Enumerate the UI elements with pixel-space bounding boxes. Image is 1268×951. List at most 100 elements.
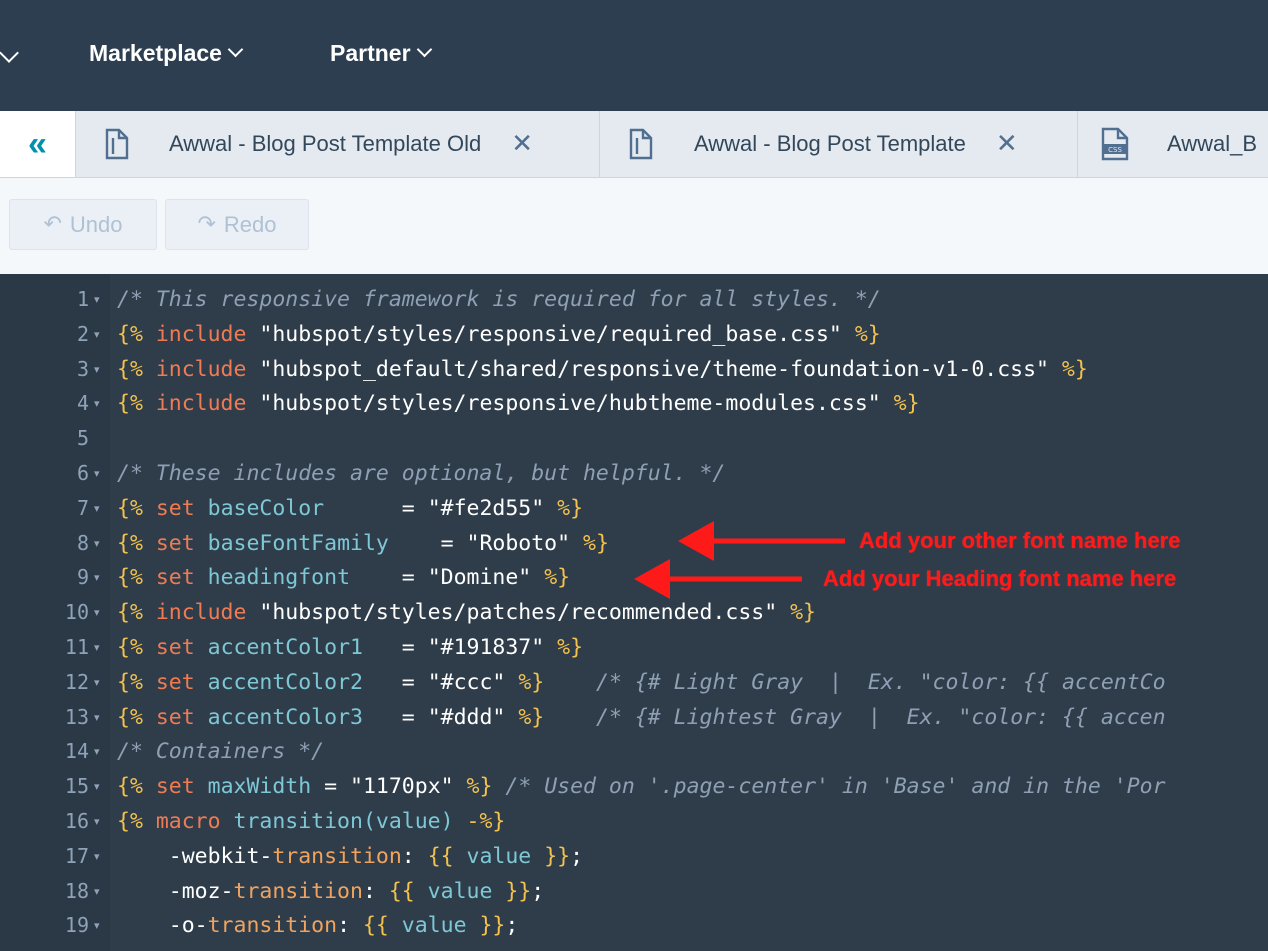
editor-tab-bar: « Awwal - Blog Post Template Old ✕ Awwal… [0,111,1268,178]
code-token: {% [117,600,143,626]
code-text: {% macro transition(value) -%} [117,804,505,839]
code-token: %} [570,530,609,556]
line-number: 11 [64,635,89,659]
fold-arrow-icon[interactable]: ▾ [94,456,100,491]
code-line[interactable]: 7 ▾ {% set baseColor = "#fe2d55" %} [0,491,1268,526]
fold-arrow-icon[interactable]: ▾ [94,839,100,874]
code-line[interactable]: 1 ▾ /* This responsive framework is requir… [0,282,1268,317]
redo-button[interactable]: ↷ Redo [165,199,309,250]
code-token: %} [777,600,816,626]
code-line[interactable]: 4 ▾ {% include "hubspot/styles/responsive/… [0,386,1268,421]
code-token: %} [505,669,545,695]
close-icon[interactable]: ✕ [996,129,1018,159]
code-token: "hubspot_default/shared/responsive/theme… [259,356,1049,382]
code-token: {% [117,704,143,730]
fold-arrow-icon[interactable]: ▾ [94,665,100,700]
code-token: "#191837" [427,635,545,660]
code-token: /* {# Light Gray | Ex. "color: {{ accent… [544,669,1166,695]
fold-arrow-icon[interactable]: ▾ [94,630,100,665]
fold-arrow-icon[interactable]: ▾ [94,317,100,352]
code-token: include [142,321,260,347]
code-token: set [142,774,208,800]
fold-arrow-icon[interactable]: ▾ [94,769,100,804]
code-token: transition(value) [233,809,454,834]
code-line[interactable]: 2 ▾ {% include "hubspot/styles/responsive/… [0,317,1268,352]
code-text: /* Containers */ [117,734,324,769]
code-line[interactable]: 19 ▾ -o-transition: {{ value }}; [0,908,1268,943]
code-token: = [311,774,351,800]
fold-arrow-icon[interactable]: ▾ [94,526,100,561]
code-line[interactable]: 18 ▾ -moz-transition: {{ value }}; [0,874,1268,909]
nav-item-partner[interactable]: Partner [330,40,432,67]
fold-arrow-icon[interactable]: ▾ [94,386,100,421]
code-token: set [142,565,208,591]
code-text: {% include "hubspot_default/shared/respo… [117,352,1088,387]
code-token: : [362,878,389,904]
tab-blog-post-template[interactable]: Awwal - Blog Post Template ✕ [600,111,1078,177]
code-line[interactable]: 11 ▾ {% set accentColor1 = "#191837" %} [0,630,1268,665]
fold-arrow-icon[interactable]: ▾ [94,491,100,526]
code-line[interactable]: 17 ▾ -webkit-transition: {{ value }}; [0,839,1268,874]
close-icon[interactable]: ✕ [511,129,533,159]
redo-label: Redo [223,211,277,237]
fold-arrow-icon[interactable]: ▾ [94,908,100,943]
code-token: include [142,391,260,417]
code-token: = [388,530,467,556]
line-number: 16 [64,809,89,833]
code-editor[interactable]: 1 ▾/* This responsive framework is requir… [0,274,1268,951]
collapse-sidebar-button[interactable]: « [0,111,76,177]
code-text: {% set baseFontFamily = "Roboto" %} [117,526,609,561]
code-token: {% [117,635,143,660]
code-token: /* These includes are optional, but help… [117,461,726,486]
file-icon [102,127,132,161]
code-token: : [401,843,428,869]
code-token: : [337,913,363,939]
code-token: %} [505,704,545,730]
code-line[interactable]: 5 [0,421,1268,456]
nav-item-marketplace[interactable]: Marketplace [89,40,244,67]
code-line[interactable]: 12 ▾ {% set accentColor2 = "#ccc" %} /* {#… [0,665,1268,700]
code-token: "#fe2d55" [427,495,545,521]
code-line[interactable]: 3 ▾ {% include "hubspot_default/shared/res… [0,352,1268,387]
tab-awwal-b-css[interactable]: CSS Awwal_B [1078,111,1268,177]
line-number: 15 [64,774,89,799]
code-token: "hubspot/styles/patches/recommended.css" [259,600,778,626]
fold-arrow-icon[interactable]: ▾ [94,734,100,769]
double-chevron-left-icon: « [28,124,47,163]
code-token: {% [117,356,143,382]
fold-arrow-icon[interactable]: ▾ [94,700,100,735]
code-token: value [453,843,545,869]
file-icon [626,127,656,161]
fold-arrow-icon[interactable]: ▾ [94,804,100,839]
code-line[interactable]: 10 ▾ {% include "hubspot/styles/patches/re… [0,595,1268,630]
code-token: macro [142,809,234,834]
fold-arrow-icon[interactable]: ▾ [94,282,100,317]
fold-arrow-icon[interactable]: ▾ [94,560,100,595]
fold-arrow-icon[interactable]: ▾ [94,874,100,909]
code-line[interactable]: 14 ▾ /* Containers */ [0,734,1268,769]
code-line[interactable]: 13 ▾ {% set accentColor3 = "#ddd" %} /* {#… [0,700,1268,735]
undo-button[interactable]: ↶ Undo [9,199,157,250]
code-token: {% [117,565,143,591]
code-line[interactable]: 6 ▾ /* These includes are optional, but he… [0,456,1268,491]
code-line[interactable]: 15 ▾ {% set maxWidth = "1170px" %} /* Used… [0,769,1268,804]
fold-arrow-icon[interactable]: ▾ [94,595,100,630]
line-number: 7 [76,495,89,520]
code-line[interactable]: 16 ▾ {% macro transition(value) -%} [0,804,1268,839]
line-number: 8 [76,530,89,555]
fold-arrow-icon[interactable]: ▾ [94,352,100,387]
code-text: {% set baseColor = "#fe2d55" %} [117,491,583,526]
code-token: set [142,635,208,660]
code-token: set [142,669,208,695]
nav-chevron-down-icon[interactable] [0,43,19,63]
code-token: baseFontFamily [207,530,389,556]
tab-blog-post-template-old[interactable]: Awwal - Blog Post Template Old ✕ [76,111,600,177]
code-token: "1170px" [350,774,454,800]
code-token: ; [531,878,545,904]
code-token: "#ccc" [427,669,506,695]
code-text: -webkit-transition: {{ value }}; [117,839,583,874]
code-text: {% set maxWidth = "1170px" %} /* Used on… [117,769,1166,804]
line-number: 5 [76,426,89,451]
code-text: {% set accentColor1 = "#191837" %} [117,630,583,665]
code-token: }} [479,913,506,939]
